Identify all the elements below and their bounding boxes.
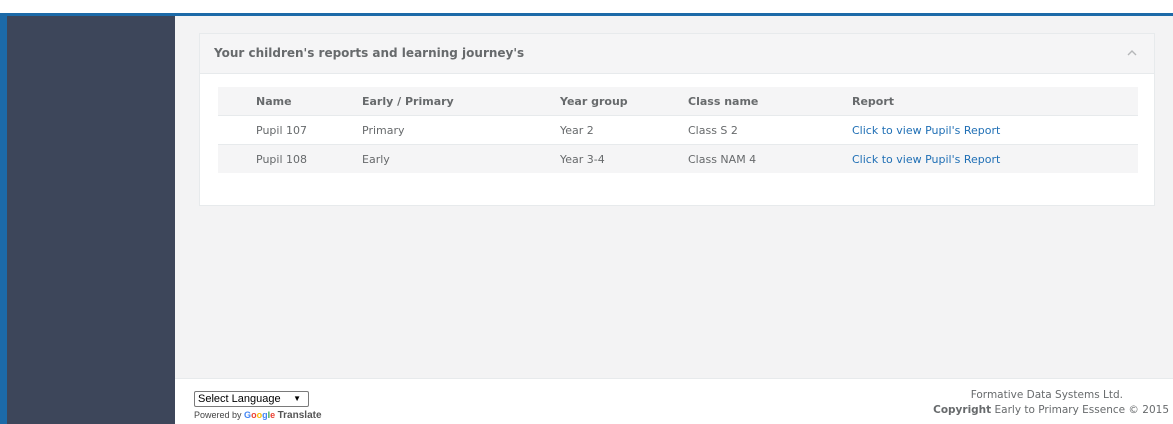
- left-accent-border: [0, 13, 7, 424]
- powered-by-google-translate[interactable]: Powered by Google Translate: [194, 410, 322, 421]
- panel-header: Your children's reports and learning jou…: [200, 34, 1154, 74]
- view-report-link[interactable]: Click to view Pupil's Report: [852, 124, 1000, 137]
- google-logo: Google: [244, 410, 276, 420]
- copyright-label: Copyright: [933, 404, 992, 416]
- language-select-value: Select Language: [198, 393, 281, 405]
- caret-down-icon: ▼: [293, 394, 301, 403]
- early-primary-value: Primary: [362, 115, 560, 145]
- column-header-report: Report: [852, 87, 1138, 116]
- table-row: Pupil 108 Early Year 3-4 Class NAM 4 Cli…: [218, 144, 1138, 173]
- report-cell: Click to view Pupil's Report: [852, 115, 1138, 145]
- year-group-value: Year 2: [560, 115, 688, 145]
- translate-label: Translate: [277, 410, 322, 421]
- copyright-text: Early to Primary Essence © 2015: [994, 404, 1169, 416]
- report-cell: Click to view Pupil's Report: [852, 144, 1138, 173]
- footer: Select Language ▼ Powered by Google Tran…: [175, 378, 1173, 424]
- copyright-notice: Copyright Early to Primary Essence © 201…: [933, 404, 1169, 416]
- language-select[interactable]: Select Language ▼: [194, 391, 309, 407]
- pupil-name: Pupil 107: [218, 115, 362, 145]
- chevron-up-icon[interactable]: [1126, 48, 1138, 58]
- top-accent-line: [0, 13, 1173, 16]
- sidebar: [7, 16, 175, 424]
- column-header-class-name: Class name: [688, 87, 852, 116]
- company-name: Formative Data Systems Ltd.: [970, 389, 1123, 401]
- pupil-name: Pupil 108: [218, 144, 362, 173]
- panel-title: Your children's reports and learning jou…: [214, 46, 525, 60]
- year-group-value: Year 3-4: [560, 144, 688, 173]
- column-header-year-group: Year group: [560, 87, 688, 116]
- reports-panel: Your children's reports and learning jou…: [199, 33, 1155, 206]
- class-name-value: Class NAM 4: [688, 144, 852, 173]
- powered-by-label: Powered by: [194, 410, 242, 420]
- column-header-early-primary: Early / Primary: [362, 87, 560, 116]
- reports-table: Name Early / Primary Year group Class na…: [218, 87, 1138, 173]
- table-row: Pupil 107 Primary Year 2 Class S 2 Click…: [218, 115, 1138, 145]
- class-name-value: Class S 2: [688, 115, 852, 145]
- early-primary-value: Early: [362, 144, 560, 173]
- view-report-link[interactable]: Click to view Pupil's Report: [852, 153, 1000, 166]
- column-header-name: Name: [218, 87, 362, 116]
- table-header-row: Name Early / Primary Year group Class na…: [218, 87, 1138, 116]
